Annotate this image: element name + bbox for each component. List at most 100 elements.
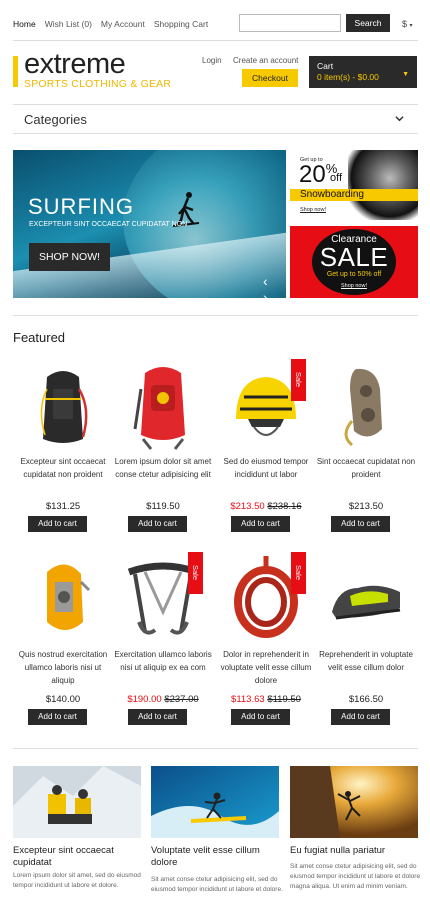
categories-toggle[interactable]: Categories [13,105,418,133]
banner-subtitle: EXCEPTEUR SINT OCCAECAT CUPIDATAT NON [29,221,188,228]
divider [13,133,418,134]
product-name[interactable]: Quis nostrud exercitation ullamco labori… [13,649,113,687]
login-link[interactable]: Login [202,56,222,65]
nav-home-link[interactable]: Home [13,19,36,29]
price-value: $213.50 [348,501,384,512]
currency-selector[interactable]: $ ▾ [402,19,413,29]
promo-upto-text: Get up to 50% off [326,271,382,278]
promo-snowboarding[interactable]: Get up to 20% off Snowboarding Shop now! [290,150,418,220]
nav-cart-link[interactable]: Shopping Cart [154,19,208,29]
product-name[interactable]: Dolor in reprehenderit in voluptate veli… [216,649,316,687]
backpack-image[interactable] [25,359,101,451]
product-card[interactable]: Excepteur sint occaecat cupidatat non pr… [13,359,113,539]
sale-badge: Sale [291,359,306,401]
promo-shop-link[interactable]: Shop now! [300,207,326,213]
old-price: $237.00 [164,694,199,705]
chevron-down-icon: ▾ [409,23,413,29]
product-name[interactable]: Exercitation ullamco laboris nisi ut ali… [113,649,213,675]
post-title[interactable]: Excepteur sint occaecat cupidatat [13,845,141,869]
cart-summary: 0 item(s) - $0.00 [317,72,379,82]
shop-now-button[interactable]: SHOP NOW! [29,243,110,271]
product-price: $131.25 [13,501,113,512]
product-name[interactable]: Reprehenderit in voluptate velit esse ci… [316,649,416,675]
product-price: $113.63 $119.50 [216,694,316,705]
sale-badge: Sale [291,552,306,594]
product-price: $213.50 [316,501,416,512]
currency-symbol: $ [402,19,408,29]
divider [13,748,418,749]
checkout-button[interactable]: Checkout [242,69,298,87]
promo-shop-link[interactable]: Shop now! [290,283,418,289]
product-card[interactable]: Lorem ipsum dolor sit amet conse ctetur … [113,359,213,539]
product-card[interactable]: Reprehenderit in voluptate velit esse ci… [316,552,416,732]
create-account-link[interactable]: Create an account [233,56,298,65]
product-price: $119.50 [113,501,213,512]
post-title[interactable]: Eu fugiat nulla pariatur [290,845,418,857]
promo-discount-number: 20 [299,161,326,188]
rock-climber-image [290,766,418,838]
add-to-cart-button[interactable]: Add to cart [128,516,187,532]
add-to-cart-button[interactable]: Add to cart [231,516,290,532]
product-card[interactable]: Sint occaecat cupidatat non proident $213… [316,359,416,539]
add-to-cart-button[interactable]: Add to cart [231,709,290,725]
product-card[interactable]: Sale Sed do eiusmod tempor incididunt ut … [216,359,316,539]
featured-heading: Featured [13,330,66,345]
product-price: $140.00 [13,694,113,705]
post-text: Lorem ipsum dolor sit amet, sed do eiusm… [13,872,141,889]
categories-label: Categories [24,112,87,127]
chevron-down-icon [395,116,404,122]
product-name[interactable]: Sed do eiusmod tempor incididunt ut labo… [216,456,316,482]
add-to-cart-button[interactable]: Add to cart [331,709,390,725]
climbing-shoe-image[interactable] [328,552,404,644]
chevron-down-icon: ▼ [402,71,409,78]
top-bar: Home Wish List (0) My Account Shopping C… [0,0,430,40]
divider [13,40,418,41]
chevron-left-icon[interactable]: ‹ [263,273,272,289]
add-to-cart-button[interactable]: Add to cart [28,709,87,725]
add-to-cart-button[interactable]: Add to cart [331,516,390,532]
search-input[interactable] [239,14,341,32]
add-to-cart-button[interactable]: Add to cart [128,709,187,725]
logo-tagline: SPORTS CLOTHING & GEAR [24,78,172,90]
price-value: $119.50 [146,501,180,512]
banner-title: SURFING [28,194,134,219]
promo-clearance[interactable]: Clearance SALE Get up to 50% off Shop no… [290,226,418,298]
post-text: Sit amet conse ctetur adipisicing elit, … [290,863,421,890]
belay-device-image[interactable] [328,359,404,451]
nav-wishlist-link[interactable]: Wish List (0) [45,19,92,29]
old-price: $119.50 [267,694,301,705]
post-title[interactable]: Voluptate velit esse cillum dolore [151,845,279,869]
sale-badge: Sale [188,552,203,594]
top-nav: Home Wish List (0) My Account Shopping C… [13,19,217,29]
add-to-cart-button[interactable]: Add to cart [28,516,87,532]
product-card[interactable]: Quis nostrud exercitation ullamco labori… [13,552,113,732]
promo-off-text: off [330,172,343,184]
product-card[interactable]: Sale Exercitation ullamco laboris nisi ut… [113,552,213,732]
product-price: $190.00 $237.00 [113,694,213,705]
old-price: $238.16 [267,501,302,512]
search-button[interactable]: Search [346,14,390,32]
promo-band: Snowboarding [290,189,418,201]
slider-arrows: ‹ › [263,273,286,298]
ice-climbers-image [13,766,141,838]
product-name[interactable]: Sint occaecat cupidatat non proident [316,456,416,482]
nav-account-link[interactable]: My Account [101,19,145,29]
product-name[interactable]: Lorem ipsum dolor sit amet conse ctetur … [113,456,213,482]
divider [13,315,418,316]
chevron-right-icon[interactable]: › [263,289,272,298]
yellow-belay-image[interactable] [25,552,101,644]
surfer-image [151,766,279,838]
cart-dropdown[interactable]: Cart 0 item(s) - $0.00 ▼ [309,56,417,88]
product-card[interactable]: Sale Dolor in reprehenderit in voluptate … [216,552,316,732]
logo[interactable]: extreme [24,48,126,81]
price-value: $140.00 [45,694,81,705]
sale-price: $113.63 [231,694,265,705]
sale-price: $213.50 [230,501,265,512]
post-text: Sit amet conse ctetur adipisicing elit, … [151,876,283,893]
cart-label: Cart [317,61,334,71]
promo-category: Snowboarding [300,189,364,200]
product-name[interactable]: Excepteur sint occaecat cupidatat non pr… [13,456,113,482]
red-backpack-image[interactable] [125,359,201,451]
hero-banner[interactable]: SURFING EXCEPTEUR SINT OCCAECAT CUPIDATA… [13,150,286,298]
product-price: $166.50 [316,694,416,705]
